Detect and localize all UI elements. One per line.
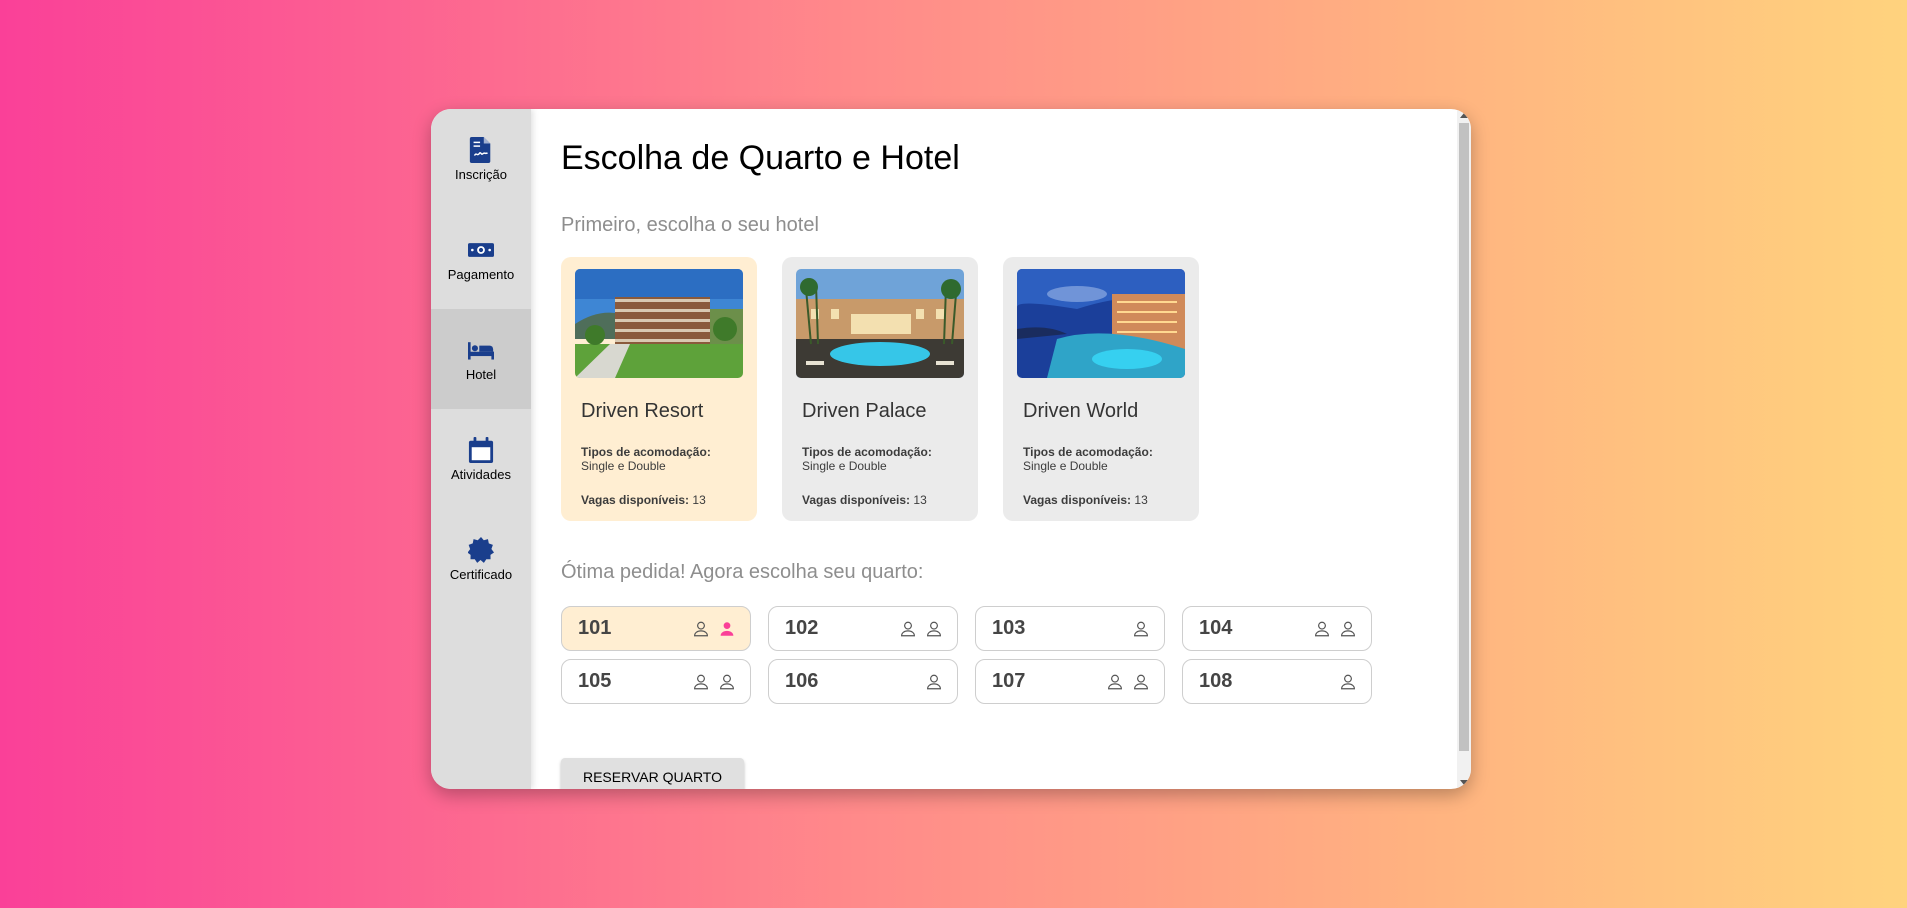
room-card-107[interactable]: 107 (975, 659, 1165, 704)
sidebar-item-hotel[interactable]: Hotel (431, 309, 531, 409)
room-number: 102 (785, 617, 819, 639)
sidebar-item-label: Pagamento (447, 266, 515, 282)
hotel-vagas-label: Vagas disponíveis: (1023, 493, 1132, 507)
file-contract-icon (469, 136, 491, 163)
room-grid: 101 102 103 104 105 106 107 108 (561, 606, 1441, 704)
room-capacity (1339, 673, 1357, 691)
room-card-104[interactable]: 104 (1182, 606, 1372, 651)
room-capacity (692, 673, 736, 691)
hotel-types-label: Tipos de acomodação: (802, 445, 932, 459)
hotel-name: Driven Resort (581, 400, 704, 422)
sidebar: Inscrição Pagamento Hotel Atividades Cer… (431, 109, 531, 789)
person-outline-icon (1341, 621, 1355, 636)
room-number: 106 (785, 670, 819, 692)
hotel-image (796, 269, 964, 378)
room-number: 108 (1199, 670, 1233, 692)
hotel-name: Driven World (1023, 400, 1139, 422)
hotel-vagas-value: 13 (913, 493, 927, 507)
scroll-up-arrow[interactable] (1460, 113, 1468, 118)
hotel-vagas: Vagas disponíveis: 13 (581, 493, 743, 507)
person-outline-icon (1341, 674, 1355, 689)
person-outline-icon (927, 621, 941, 636)
hotel-vagas-value: 13 (692, 493, 706, 507)
person-outline-icon (901, 621, 915, 636)
room-capacity (1313, 620, 1357, 638)
hotel-vagas: Vagas disponíveis: 13 (1023, 493, 1185, 507)
room-card-106[interactable]: 106 (768, 659, 958, 704)
person-outline-icon (1315, 621, 1329, 636)
sidebar-item-label: Inscrição (454, 166, 508, 182)
hotel-card-driven-world[interactable]: Driven World Tipos de acomodação: Single… (1003, 257, 1199, 521)
sidebar-item-inscricao[interactable]: Inscrição (431, 109, 531, 209)
hotel-name: Driven Palace (802, 400, 927, 422)
calendar-icon (468, 436, 494, 463)
sidebar-item-certificado[interactable]: Certificado (431, 509, 531, 609)
room-capacity (692, 620, 736, 638)
room-capacity (1132, 620, 1150, 638)
room-number: 105 (578, 670, 612, 692)
room-number: 103 (992, 617, 1026, 639)
room-card-103[interactable]: 103 (975, 606, 1165, 651)
person-outline-icon (720, 674, 734, 689)
room-card-108[interactable]: 108 (1182, 659, 1372, 704)
bed-icon (468, 341, 494, 360)
sidebar-item-atividades[interactable]: Atividades (431, 409, 531, 509)
hotel-types-value: Single e Double (802, 459, 887, 473)
rooms-subtitle: Ótima pedida! Agora escolha seu quarto: (561, 561, 924, 583)
money-bill-icon (468, 242, 494, 257)
hotel-card-driven-palace[interactable]: Driven Palace Tipos de acomodação: Singl… (782, 257, 978, 521)
hotel-vagas-value: 13 (1134, 493, 1148, 507)
hotel-types-label: Tipos de acomodação: (581, 445, 711, 459)
hotel-image (575, 269, 743, 378)
room-capacity (1106, 673, 1150, 691)
sidebar-item-pagamento[interactable]: Pagamento (431, 209, 531, 309)
hotel-types-value: Single e Double (1023, 459, 1108, 473)
certificate-icon (468, 536, 494, 563)
scroll-down-arrow[interactable] (1460, 780, 1468, 785)
room-capacity (899, 620, 943, 638)
person-outline-icon (694, 674, 708, 689)
person-outline-icon (1108, 674, 1122, 689)
sidebar-item-label: Atividades (451, 466, 511, 482)
sidebar-item-label: Hotel (465, 366, 497, 382)
person-outline-icon (1134, 621, 1148, 636)
room-number: 107 (992, 670, 1026, 692)
room-card-105[interactable]: 105 (561, 659, 751, 704)
hotel-vagas-label: Vagas disponíveis: (581, 493, 690, 507)
sidebar-item-label: Certificado (449, 566, 513, 582)
person-outline-icon (694, 621, 708, 636)
vertical-scrollbar[interactable] (1457, 109, 1471, 789)
hotel-card-driven-resort[interactable]: Driven Resort Tipos de acomodação: Singl… (561, 257, 757, 521)
room-number: 104 (1199, 617, 1233, 639)
room-number: 101 (578, 617, 612, 639)
person-outline-icon (927, 674, 941, 689)
person-filled-icon (720, 621, 734, 636)
room-capacity (925, 673, 943, 691)
hotel-types-label: Tipos de acomodação: (1023, 445, 1153, 459)
hotel-list: Driven Resort Tipos de acomodação: Singl… (561, 257, 1441, 521)
main-content: Escolha de Quarto e Hotel Primeiro, esco… (531, 109, 1471, 789)
room-card-101[interactable]: 101 (561, 606, 751, 651)
person-outline-icon (1134, 674, 1148, 689)
scroll-thumb[interactable] (1459, 123, 1469, 751)
hotel-vagas-label: Vagas disponíveis: (802, 493, 911, 507)
app-window: Inscrição Pagamento Hotel Atividades Cer… (431, 109, 1471, 789)
hotels-subtitle: Primeiro, escolha o seu hotel (561, 214, 819, 236)
reserve-room-button[interactable]: RESERVAR QUARTO (561, 758, 744, 789)
hotel-vagas: Vagas disponíveis: 13 (802, 493, 964, 507)
page-title: Escolha de Quarto e Hotel (561, 139, 960, 177)
room-card-102[interactable]: 102 (768, 606, 958, 651)
hotel-types-value: Single e Double (581, 459, 666, 473)
hotel-image (1017, 269, 1185, 378)
